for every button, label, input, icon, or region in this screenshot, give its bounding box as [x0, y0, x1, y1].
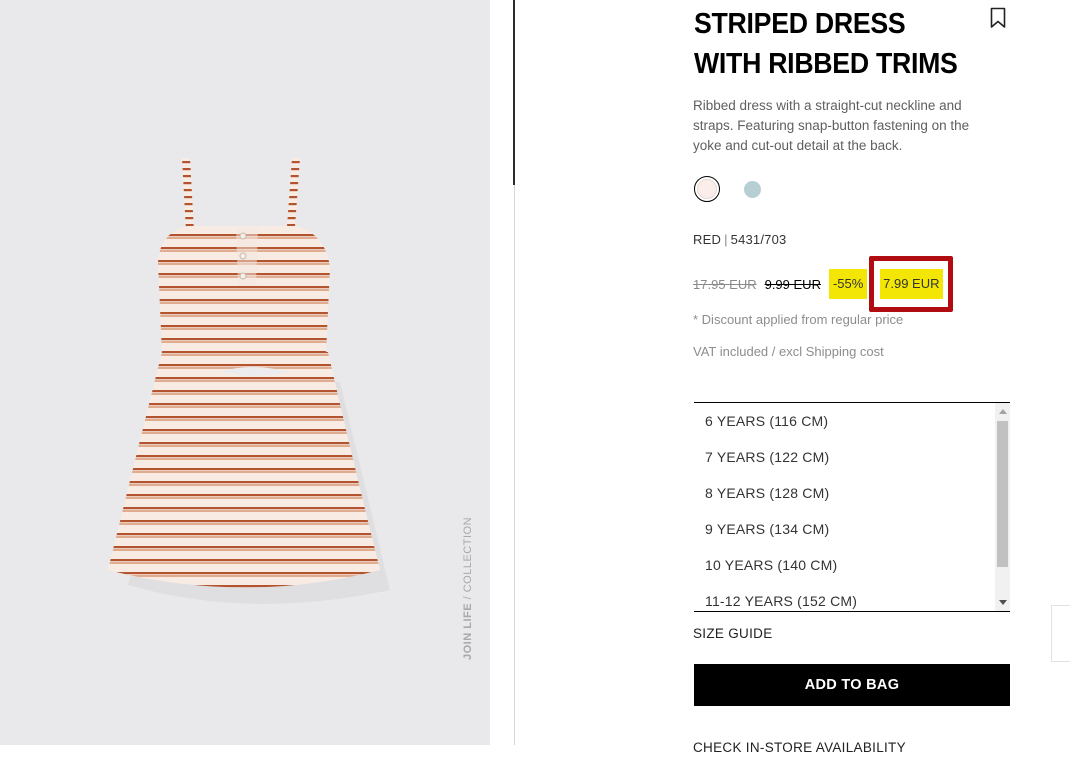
- reference-number: 5431/703: [730, 232, 787, 247]
- size-option[interactable]: 6 YEARS (116 CM): [705, 413, 828, 429]
- color-swatch-cream-fill: [697, 179, 717, 199]
- bookmark-icon[interactable]: [989, 7, 1007, 29]
- dress-illustration: [108, 158, 390, 604]
- previous-price: 9.99 EUR: [764, 276, 821, 292]
- size-option[interactable]: 8 YEARS (128 CM): [705, 485, 829, 501]
- product-reference: RED | 5431/703: [693, 232, 786, 247]
- color-name: RED: [693, 232, 722, 247]
- product-title: STRIPED DRESS WITH RIBBED TRIMS: [694, 4, 961, 84]
- color-swatch-light-blue[interactable]: [744, 180, 761, 198]
- color-swatches: [694, 176, 761, 202]
- final-price-highlight-box: 7.99 EUR: [869, 256, 954, 312]
- scroll-down-icon[interactable]: [999, 600, 1007, 605]
- product-title-line1: STRIPED DRESS: [694, 8, 906, 40]
- original-price: 17.95 EUR: [693, 276, 757, 292]
- vat-note: VAT included / excl Shipping cost: [693, 344, 884, 359]
- column-divider-light: [514, 185, 515, 745]
- add-to-bag-button[interactable]: ADD TO BAG: [694, 664, 1010, 706]
- ref-separator: |: [724, 232, 728, 247]
- final-price: 7.99 EUR: [880, 269, 943, 299]
- size-list[interactable]: 6 YEARS (116 CM) 7 YEARS (122 CM) 8 YEAR…: [694, 402, 1010, 612]
- discount-note: * Discount applied from regular price: [693, 312, 904, 327]
- color-swatch-cream[interactable]: [694, 176, 720, 202]
- scroll-thumb[interactable]: [997, 421, 1008, 567]
- price-row: 17.95 EUR 9.99 EUR -55% 7.99 EUR: [693, 256, 954, 312]
- size-option[interactable]: 7 YEARS (122 CM): [705, 449, 829, 465]
- product-image[interactable]: JOIN LIFE / COLLECTION: [0, 0, 490, 745]
- collection-tag: JOIN LIFE / COLLECTION: [462, 517, 474, 660]
- collection-tag-label: / COLLECTION: [462, 516, 474, 603]
- check-store-availability-link[interactable]: CHECK IN-STORE AVAILABILITY: [693, 740, 906, 755]
- product-title-line2: WITH RIBBED TRIMS: [694, 48, 958, 80]
- size-guide-link[interactable]: SIZE GUIDE: [693, 626, 773, 641]
- size-option[interactable]: 9 YEARS (134 CM): [705, 521, 829, 537]
- side-panel-tab[interactable]: [1051, 605, 1070, 662]
- collection-tag-brand: JOIN LIFE: [462, 602, 474, 660]
- size-list-scrollbar[interactable]: [995, 403, 1010, 611]
- scroll-up-icon[interactable]: [999, 409, 1007, 414]
- product-description: Ribbed dress with a straight-cut necklin…: [693, 98, 970, 153]
- column-divider: [513, 0, 515, 185]
- size-option[interactable]: 11-12 YEARS (152 CM): [705, 593, 857, 609]
- discount-badge: -55%: [828, 269, 868, 299]
- product-page: JOIN LIFE / COLLECTION STRIPED DRESS WIT…: [0, 0, 1070, 763]
- size-option[interactable]: 10 YEARS (140 CM): [705, 557, 837, 573]
